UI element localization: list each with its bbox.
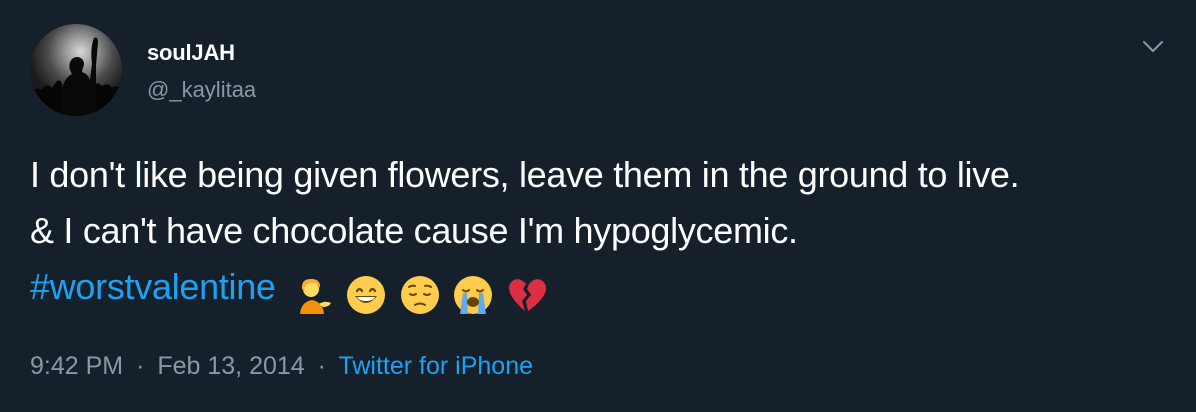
tweet-text: I don't like being given flowers, leave …	[30, 147, 1030, 321]
display-name[interactable]: soulJAH	[147, 40, 235, 66]
hashtag-link[interactable]: #worstvalentine	[30, 266, 276, 307]
more-options-button[interactable]	[1136, 30, 1170, 64]
tweet-metadata: 9:42 PM · Feb 13, 2014 · Twitter for iPh…	[30, 352, 533, 381]
meta-separator: ·	[317, 352, 326, 380]
user-handle[interactable]: @_kaylitaa	[147, 77, 256, 103]
grinning-face-icon	[347, 276, 386, 315]
chevron-down-icon	[1143, 41, 1163, 52]
avatar[interactable]	[30, 24, 122, 116]
tweet-source-link[interactable]: Twitter for iPhone	[338, 352, 533, 380]
person-tipping-hand-icon	[300, 279, 332, 315]
tweet-card: soulJAH @_kaylitaa I don't like being gi…	[0, 0, 1196, 412]
tweet-body: I don't like being given flowers, leave …	[30, 154, 1020, 251]
tweet-date[interactable]: Feb 13, 2014	[157, 352, 304, 380]
emoji-group	[291, 265, 550, 321]
loudly-crying-face-icon	[454, 276, 493, 315]
broken-heart-icon	[509, 279, 547, 312]
pensive-face-icon	[400, 276, 439, 315]
meta-separator: ·	[136, 352, 145, 380]
avatar-image	[30, 37, 122, 116]
tweet-time[interactable]: 9:42 PM	[30, 352, 123, 380]
